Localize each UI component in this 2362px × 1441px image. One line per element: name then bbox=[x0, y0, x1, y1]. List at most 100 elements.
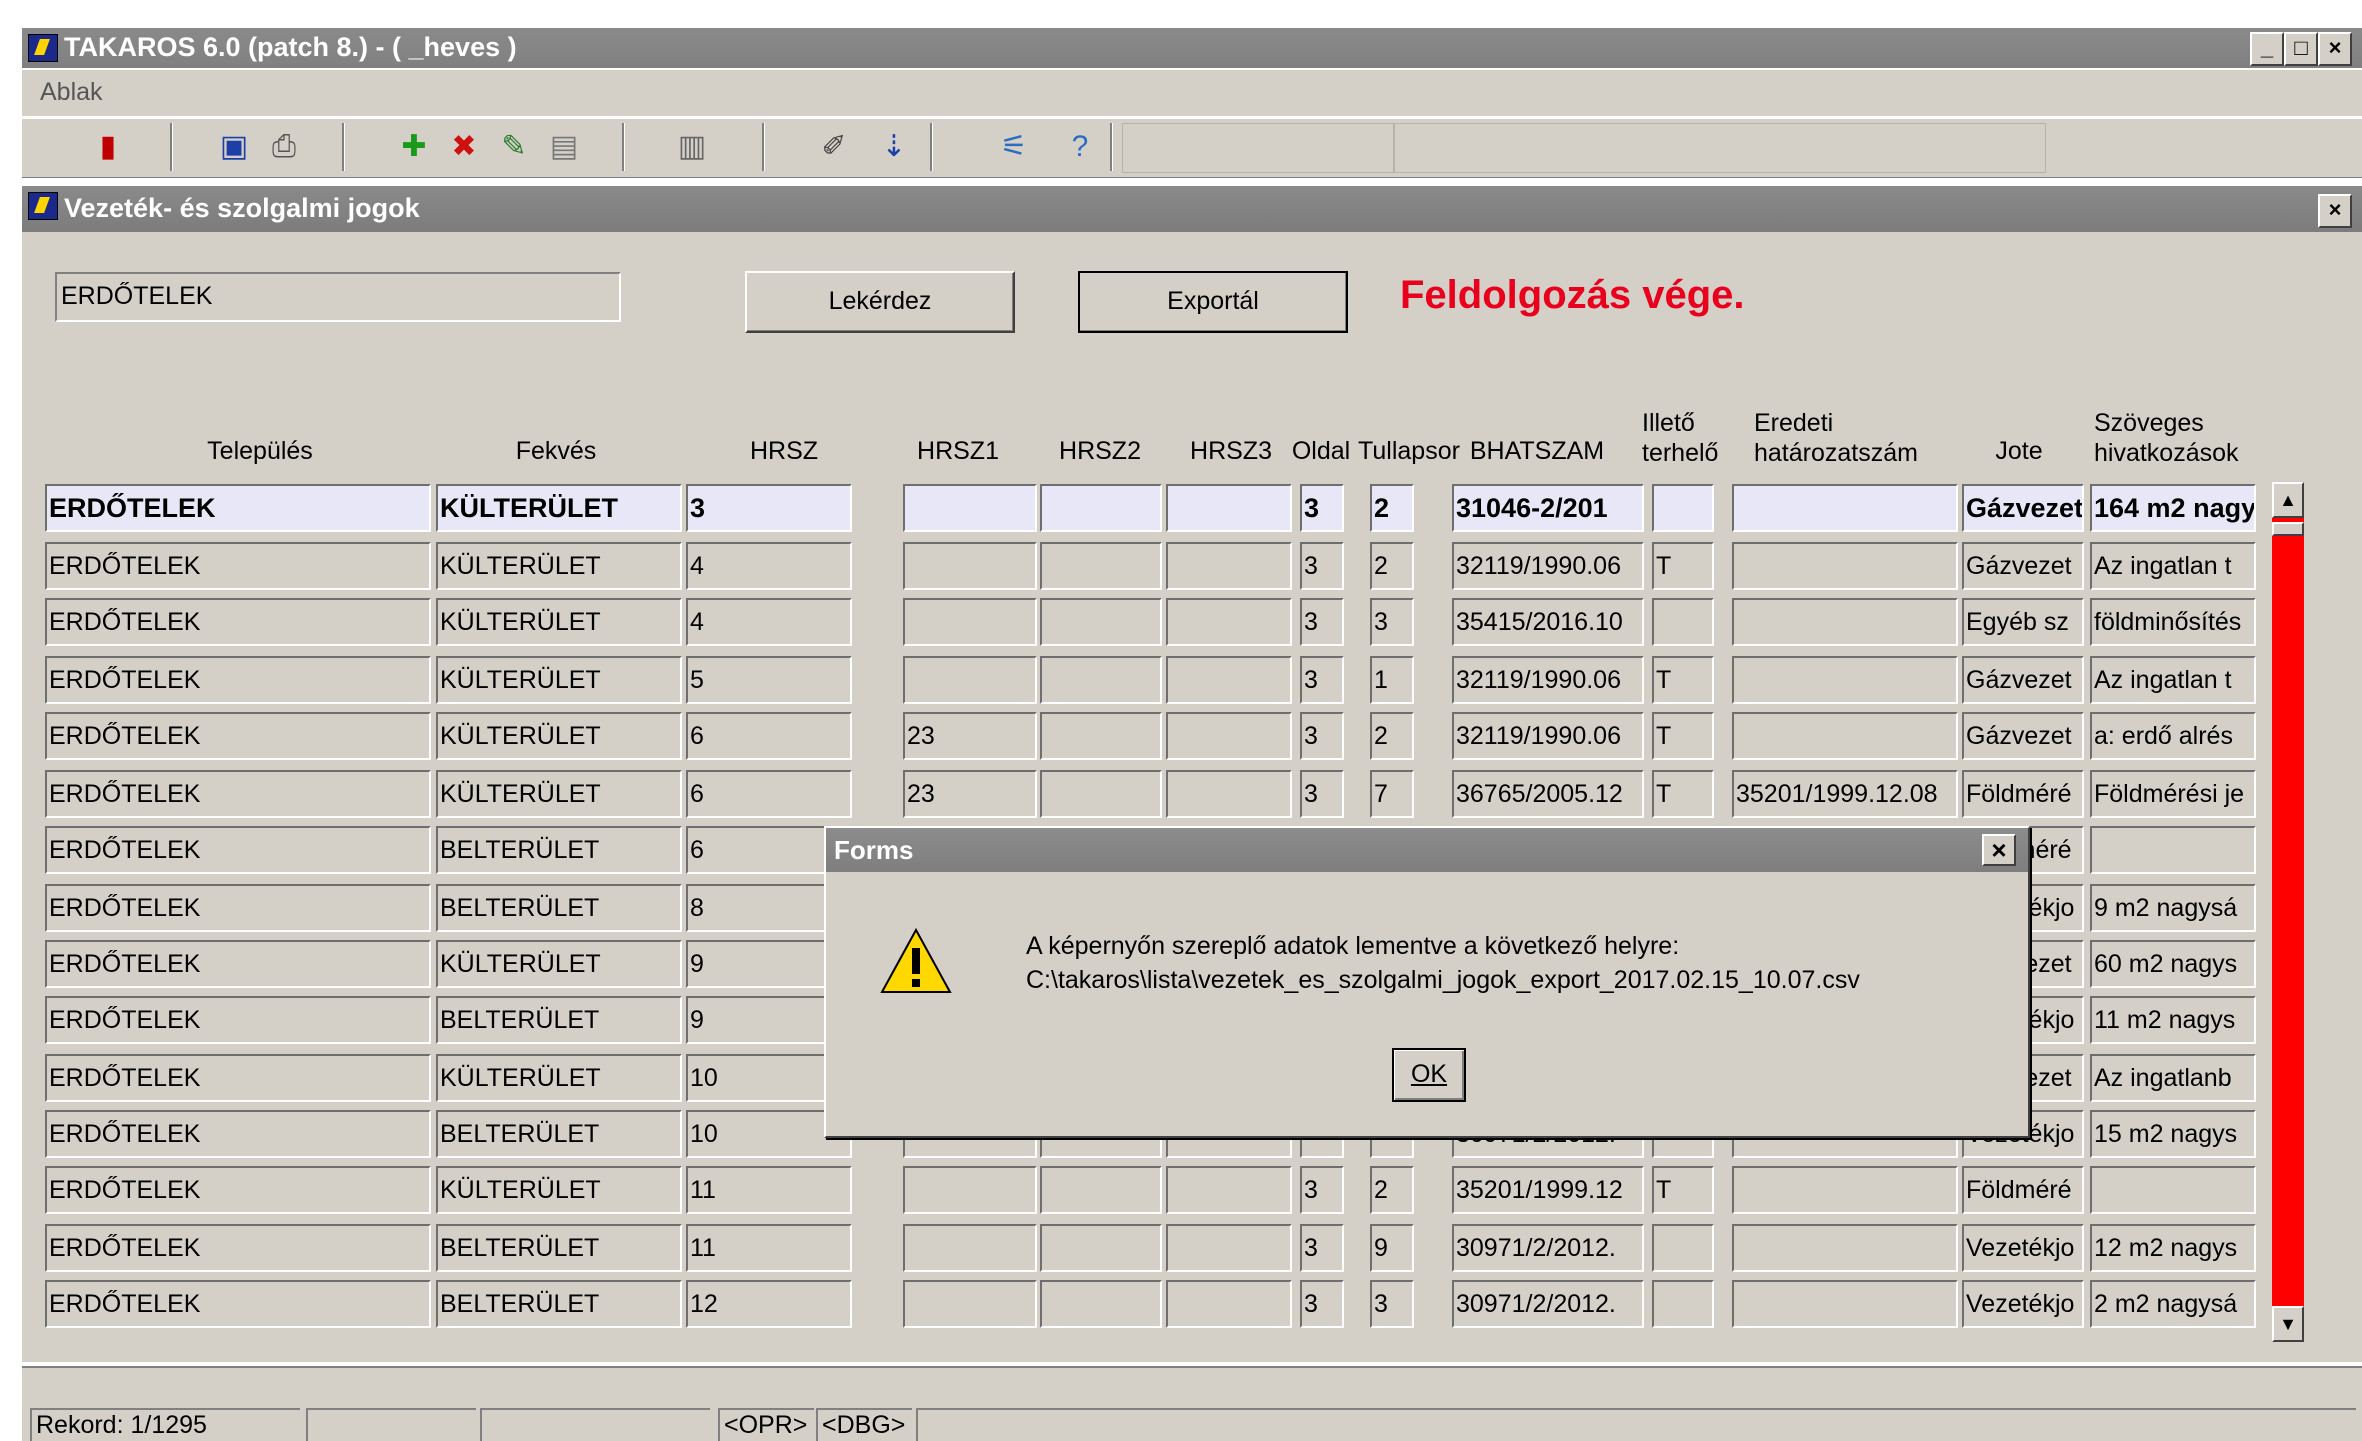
cell-szoveges[interactable]: 15 m2 nagys bbox=[2090, 1110, 2256, 1158]
cell-hrsz1[interactable] bbox=[903, 1166, 1037, 1214]
cell-szoveges[interactable]: Földmérési je bbox=[2090, 770, 2256, 818]
cell-tullapsor[interactable]: 2 bbox=[1370, 1166, 1414, 1214]
cell-jote[interactable]: Gázvezet bbox=[1962, 542, 2084, 590]
cell-hrsz[interactable]: 5 bbox=[686, 656, 852, 704]
cell-hrsz1[interactable]: 23 bbox=[903, 712, 1037, 760]
cell-illeto[interactable] bbox=[1652, 484, 1714, 532]
cell-fekves[interactable]: KÜLTERÜLET bbox=[436, 712, 682, 760]
cell-fekves[interactable]: KÜLTERÜLET bbox=[436, 770, 682, 818]
cell-hrsz[interactable]: 12 bbox=[686, 1280, 852, 1328]
cell-telepules[interactable]: ERDŐTELEK bbox=[45, 1280, 431, 1328]
cell-oldal[interactable]: 3 bbox=[1300, 598, 1344, 646]
cell-jote[interactable]: Gázvezet bbox=[1962, 712, 2084, 760]
cell-szoveges[interactable]: 11 m2 nagys bbox=[2090, 996, 2256, 1044]
cell-hrsz1[interactable] bbox=[903, 542, 1037, 590]
cell-hrsz[interactable]: 4 bbox=[686, 598, 852, 646]
cell-oldal[interactable]: 3 bbox=[1300, 770, 1344, 818]
cell-eredeti[interactable] bbox=[1732, 656, 1958, 704]
add-record-icon[interactable]: ✚ bbox=[392, 125, 436, 169]
cell-telepules[interactable]: ERDŐTELEK bbox=[45, 598, 431, 646]
cell-hrsz[interactable]: 6 bbox=[686, 712, 852, 760]
cell-bhatszam[interactable]: 35201/1999.12 bbox=[1452, 1166, 1644, 1214]
print-icon[interactable]: ⎙ bbox=[262, 125, 306, 169]
scroll-down-arrow-icon[interactable]: ▼ bbox=[2272, 1306, 2304, 1342]
cell-eredeti[interactable] bbox=[1732, 542, 1958, 590]
cell-fekves[interactable]: KÜLTERÜLET bbox=[436, 1054, 682, 1102]
cell-szoveges[interactable]: 9 m2 nagysá bbox=[2090, 884, 2256, 932]
cell-hrsz3[interactable] bbox=[1166, 542, 1292, 590]
cell-szoveges[interactable] bbox=[2090, 826, 2256, 874]
cell-szoveges[interactable]: földminősítés bbox=[2090, 598, 2256, 646]
cell-telepules[interactable]: ERDŐTELEK bbox=[45, 996, 431, 1044]
query-icon[interactable]: ▥ bbox=[670, 125, 714, 169]
cell-oldal[interactable]: 3 bbox=[1300, 1280, 1344, 1328]
cell-telepules[interactable]: ERDŐTELEK bbox=[45, 656, 431, 704]
cell-hrsz2[interactable] bbox=[1040, 770, 1162, 818]
cell-eredeti[interactable]: 35201/1999.12.08 bbox=[1732, 770, 1958, 818]
query-button[interactable]: Lekérdez bbox=[745, 271, 1015, 333]
cell-telepules[interactable]: ERDŐTELEK bbox=[45, 484, 431, 532]
cell-szoveges[interactable]: 60 m2 nagys bbox=[2090, 940, 2256, 988]
cell-hrsz1[interactable] bbox=[903, 598, 1037, 646]
cell-hrsz3[interactable] bbox=[1166, 1166, 1292, 1214]
vertical-scrollbar[interactable] bbox=[2272, 482, 2304, 1342]
maximize-button[interactable]: □ bbox=[2284, 32, 2318, 66]
cell-hrsz2[interactable] bbox=[1040, 712, 1162, 760]
scroll-up-arrow-icon[interactable]: ▲ bbox=[2272, 482, 2304, 518]
cell-bhatszam[interactable]: 31046-2/201 bbox=[1452, 484, 1644, 532]
cell-tullapsor[interactable]: 2 bbox=[1370, 484, 1414, 532]
menu-ablak[interactable]: Ablak bbox=[40, 78, 103, 107]
cell-bhatszam[interactable]: 32119/1990.06 bbox=[1452, 542, 1644, 590]
cell-fekves[interactable]: KÜLTERÜLET bbox=[436, 656, 682, 704]
delete-record-icon[interactable]: ✖ bbox=[442, 125, 486, 169]
cell-telepules[interactable]: ERDŐTELEK bbox=[45, 1224, 431, 1272]
cell-fekves[interactable]: KÜLTERÜLET bbox=[436, 1166, 682, 1214]
cell-bhatszam[interactable]: 36765/2005.12 bbox=[1452, 770, 1644, 818]
cell-hrsz2[interactable] bbox=[1040, 1280, 1162, 1328]
cell-hrsz2[interactable] bbox=[1040, 598, 1162, 646]
filter-icon[interactable]: ⚟ bbox=[992, 125, 1036, 169]
cell-illeto[interactable] bbox=[1652, 1280, 1714, 1328]
cell-oldal[interactable]: 3 bbox=[1300, 656, 1344, 704]
cell-hrsz2[interactable] bbox=[1040, 1166, 1162, 1214]
edit-icon[interactable]: ✐ bbox=[812, 125, 856, 169]
close-form-button[interactable]: × bbox=[2318, 194, 2352, 228]
cell-illeto[interactable] bbox=[1652, 1224, 1714, 1272]
cell-bhatszam[interactable]: 30971/2/2012. bbox=[1452, 1224, 1644, 1272]
cell-jote[interactable]: Földméré bbox=[1962, 1166, 2084, 1214]
export-button[interactable]: Exportál bbox=[1078, 271, 1348, 333]
cell-hrsz1[interactable] bbox=[903, 1224, 1037, 1272]
close-app-button[interactable]: × bbox=[2318, 32, 2352, 66]
cell-szoveges[interactable]: 2 m2 nagysá bbox=[2090, 1280, 2256, 1328]
cell-hrsz[interactable]: 11 bbox=[686, 1166, 852, 1214]
cell-hrsz3[interactable] bbox=[1166, 1280, 1292, 1328]
cell-illeto[interactable]: T bbox=[1652, 656, 1714, 704]
cell-hrsz3[interactable] bbox=[1166, 712, 1292, 760]
cell-szoveges[interactable]: Az ingatlanb bbox=[2090, 1054, 2256, 1102]
cell-telepules[interactable]: ERDŐTELEK bbox=[45, 770, 431, 818]
minimize-button[interactable]: _ bbox=[2250, 32, 2284, 66]
cell-szoveges[interactable] bbox=[2090, 1166, 2256, 1214]
cell-tullapsor[interactable]: 3 bbox=[1370, 598, 1414, 646]
cell-bhatszam[interactable]: 30971/2/2012. bbox=[1452, 1280, 1644, 1328]
cell-hrsz[interactable]: 6 bbox=[686, 770, 852, 818]
cell-eredeti[interactable] bbox=[1732, 712, 1958, 760]
cell-telepules[interactable]: ERDŐTELEK bbox=[45, 1110, 431, 1158]
cell-fekves[interactable]: BELTERÜLET bbox=[436, 826, 682, 874]
cell-eredeti[interactable] bbox=[1732, 598, 1958, 646]
cell-tullapsor[interactable]: 1 bbox=[1370, 656, 1414, 704]
cell-bhatszam[interactable]: 35415/2016.10 bbox=[1452, 598, 1644, 646]
cell-oldal[interactable]: 3 bbox=[1300, 1224, 1344, 1272]
cell-fekves[interactable]: KÜLTERÜLET bbox=[436, 542, 682, 590]
cell-illeto[interactable]: T bbox=[1652, 542, 1714, 590]
cell-hrsz2[interactable] bbox=[1040, 542, 1162, 590]
cell-tullapsor[interactable]: 9 bbox=[1370, 1224, 1414, 1272]
cell-oldal[interactable]: 3 bbox=[1300, 712, 1344, 760]
cell-illeto[interactable] bbox=[1652, 598, 1714, 646]
cell-jote[interactable]: Gázvezet bbox=[1962, 484, 2084, 532]
cell-szoveges[interactable]: 12 m2 nagys bbox=[2090, 1224, 2256, 1272]
cell-fekves[interactable]: BELTERÜLET bbox=[436, 1224, 682, 1272]
cell-jote[interactable]: Földméré bbox=[1962, 770, 2084, 818]
cell-oldal[interactable]: 3 bbox=[1300, 484, 1344, 532]
cell-jote[interactable]: Gázvezet bbox=[1962, 656, 2084, 704]
